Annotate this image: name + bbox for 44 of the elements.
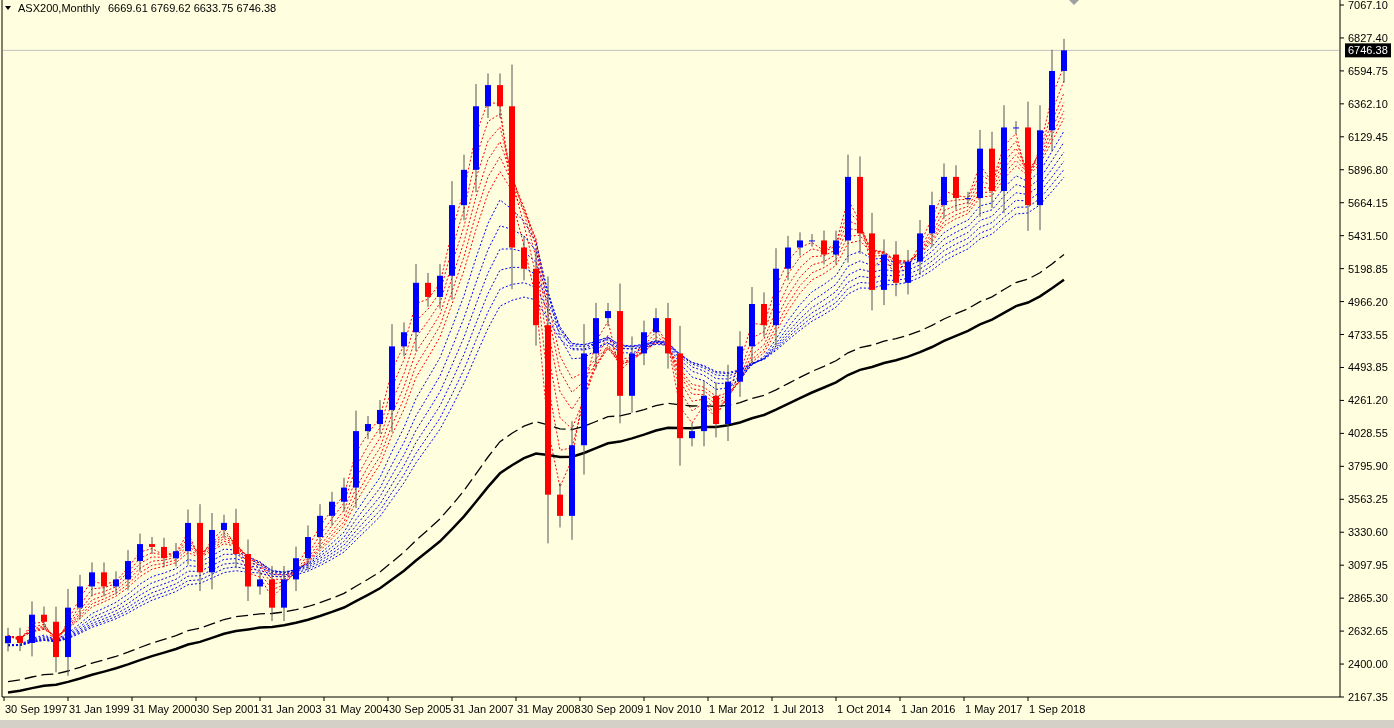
price-axis-label: 3563.25 <box>1348 493 1388 506</box>
chart-shift-icon[interactable] <box>1069 0 1079 5</box>
price-axis-label: 7067.10 <box>1348 0 1388 11</box>
price-axis-label: 6362.10 <box>1348 97 1388 110</box>
price-axis-label: 6594.75 <box>1348 64 1388 77</box>
date-axis-label: 30 Sep 1997 <box>5 703 68 715</box>
price-axis-label: 2632.65 <box>1348 625 1388 638</box>
date-axis-label: 31 May 2000 <box>133 703 197 715</box>
price-axis-label: 5198.85 <box>1348 262 1388 275</box>
date-axis-label: 1 Mar 2012 <box>709 703 765 715</box>
date-axis-label: 1 Oct 2014 <box>837 703 891 715</box>
date-axis-label: 31 Jan 2003 <box>261 703 322 715</box>
price-axis-label: 5896.80 <box>1348 163 1388 176</box>
ohlc-values: 6669.61 6769.62 6633.75 6746.38 <box>108 2 277 14</box>
date-axis-label: 1 May 2017 <box>965 703 1023 715</box>
date-axis-label: 30 Sep 2005 <box>389 703 452 715</box>
date-axis-label: 30 Sep 2001 <box>197 703 260 715</box>
date-axis-label: 31 Jan 1999 <box>69 703 130 715</box>
chart-symbol-label: ASX200,Monthly <box>18 2 100 14</box>
date-axis-label: 30 Sep 2009 <box>581 703 644 715</box>
price-axis-label: 6129.45 <box>1348 130 1388 143</box>
price-axis-label: 3097.95 <box>1348 559 1388 572</box>
price-axis-label: 5431.50 <box>1348 229 1388 242</box>
price-axis-label: 2400.00 <box>1348 658 1388 671</box>
price-axis-label: 6827.40 <box>1348 31 1388 44</box>
price-axis-label: 4261.20 <box>1348 394 1388 407</box>
price-axis-label: 4028.55 <box>1348 427 1388 440</box>
price-axis-label: 4966.20 <box>1348 295 1388 308</box>
price-axis-label: 2167.35 <box>1348 691 1388 703</box>
price-axis-label: 4733.55 <box>1348 328 1388 341</box>
price-axis-label: 5664.15 <box>1348 196 1388 209</box>
price-axis-label: 2865.30 <box>1348 592 1388 605</box>
date-axis-label: 1 Nov 2010 <box>645 703 702 715</box>
dropdown-icon[interactable] <box>5 6 11 10</box>
date-axis-label: 1 Sep 2018 <box>1029 703 1086 715</box>
price-axis-label: 4493.85 <box>1348 361 1388 374</box>
price-axis-label: 3330.60 <box>1348 526 1388 539</box>
date-axis-label: 31 Jan 2007 <box>453 703 514 715</box>
date-axis-label: 31 May 2004 <box>325 703 389 715</box>
date-axis-label: 1 Jul 2013 <box>773 703 824 715</box>
date-axis-label: 31 May 2008 <box>517 703 581 715</box>
price-axis-label: 3795.90 <box>1348 460 1388 473</box>
date-axis-label: 1 Jan 2016 <box>901 703 956 715</box>
current-price-label: 6746.38 <box>1345 43 1391 58</box>
